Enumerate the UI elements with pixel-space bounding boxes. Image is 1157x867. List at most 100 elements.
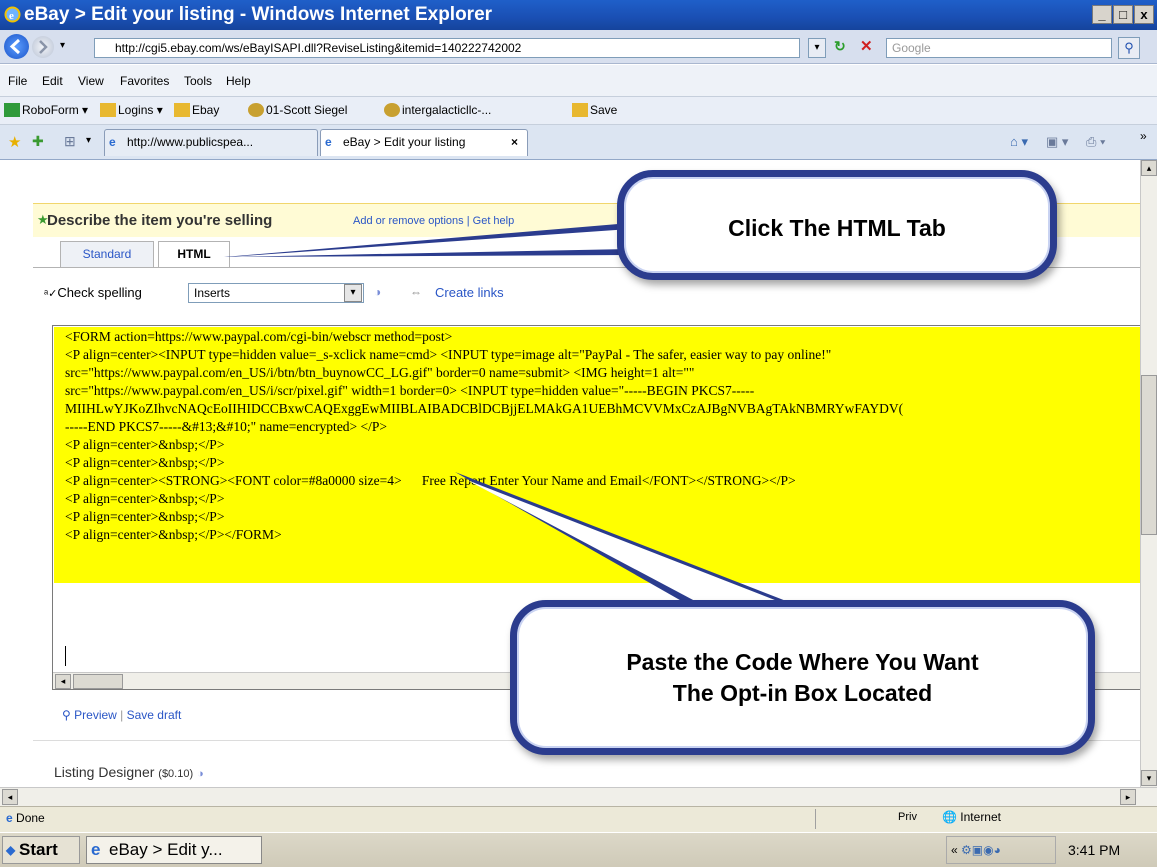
add-favorites-icon[interactable]: ✚ xyxy=(32,133,44,150)
home-icon[interactable]: ⌂ ▾ xyxy=(1010,134,1028,150)
scroll-up-icon[interactable]: ▴ xyxy=(1141,160,1157,176)
scroll-left-icon[interactable]: ◂ xyxy=(2,789,18,805)
tab-standard[interactable]: Standard xyxy=(60,241,154,267)
search-input[interactable]: Google xyxy=(886,38,1112,58)
save-draft-link[interactable]: Save draft xyxy=(127,708,182,722)
tab-list-dropdown-icon[interactable]: ▾ xyxy=(86,135,91,146)
internet-zone[interactable]: 🌐 Internet xyxy=(942,810,1001,824)
ie-page-icon: e xyxy=(109,135,116,149)
preview-link[interactable]: Preview xyxy=(74,708,117,722)
page-horizontal-scrollbar[interactable]: ◂ ▸ xyxy=(0,787,1157,806)
favorites-star-icon[interactable]: ★ xyxy=(8,133,21,151)
code-line: src="https://www.paypal.com/en_US/i/scr/… xyxy=(65,383,755,398)
back-button[interactable] xyxy=(4,34,29,59)
save-link[interactable]: Save xyxy=(572,103,617,117)
page-done-icon: e xyxy=(6,811,13,825)
menu-view[interactable]: View xyxy=(78,74,104,88)
link-icon: ⇔ xyxy=(410,285,422,299)
taskbar-task-label: eBay > Edit y... xyxy=(109,840,223,859)
text-caret xyxy=(65,646,66,666)
help-icon[interactable]: ◑ xyxy=(374,285,381,299)
close-window-button[interactable]: x xyxy=(1134,5,1154,24)
tab-ebay-edit-listing[interactable]: e eBay > Edit your listing × xyxy=(320,129,528,156)
search-icon[interactable]: ⚲ xyxy=(1118,37,1140,59)
menu-file[interactable]: File xyxy=(8,74,27,88)
code-line: -----END PKCS7-----&#13;&#10;" name=encr… xyxy=(65,419,388,434)
scott-siegel-link[interactable]: 01-Scott Siegel xyxy=(248,103,347,117)
scott-siegel-label: 01-Scott Siegel xyxy=(266,103,348,117)
status-done-label: Done xyxy=(16,811,45,825)
ie-page-icon: e xyxy=(91,840,101,859)
history-dropdown-icon[interactable]: ▾ xyxy=(60,40,65,51)
system-tray[interactable]: « ⚙▣◉◕ xyxy=(946,836,1056,864)
help-icon[interactable]: ◑ xyxy=(197,768,204,780)
page-vertical-scrollbar[interactable]: ▴ ▾ xyxy=(1140,160,1157,787)
callout-click-html-tab: Click The HTML Tab xyxy=(617,170,1057,280)
save-icon xyxy=(572,103,588,117)
links-toolbar: RoboForm ▾ Logins ▾ Ebay 01-Scott Siegel… xyxy=(0,97,1157,125)
callout-paste-line2: The Opt-in Box Located xyxy=(672,680,933,706)
windows-taskbar: ◆ Start e eBay > Edit y... « ⚙▣◉◕ 3:41 P… xyxy=(0,832,1157,867)
scroll-left-icon[interactable]: ◂ xyxy=(55,674,71,689)
code-line: <P align=center>&nbsp;</P> xyxy=(65,491,225,506)
stop-icon[interactable]: ✕ xyxy=(860,37,873,55)
check-spelling-label: Check spelling xyxy=(57,285,142,300)
inserts-select[interactable]: Inserts xyxy=(188,283,364,303)
status-bar: e Done Priv 🌐 Internet xyxy=(0,806,1157,832)
tab-publicspeaking[interactable]: e http://www.publicspea... xyxy=(104,129,318,156)
roboform-icon xyxy=(4,103,20,117)
editor-scroll-thumb[interactable] xyxy=(73,674,123,689)
login-icon xyxy=(248,103,264,117)
start-button[interactable]: ◆ Start xyxy=(2,836,80,864)
ebay-folder-icon xyxy=(174,103,190,117)
save-label: Save xyxy=(590,103,618,117)
browser-tab-bar: ★ ✚ ⊞ ▾ e http://www.publicspea... e eBa… xyxy=(0,125,1157,160)
status-panels xyxy=(815,809,895,829)
tray-icons: ⚙▣◉◕ xyxy=(961,843,1001,857)
internet-zone-label: Internet xyxy=(960,810,1001,824)
window-title: eBay > Edit your listing - Windows Inter… xyxy=(24,4,493,25)
check-spelling-button[interactable]: ᵃ✓Check spelling xyxy=(44,285,142,300)
menu-tools[interactable]: Tools xyxy=(184,74,212,88)
create-links-button[interactable]: Create links xyxy=(435,285,504,300)
intergalactic-link[interactable]: intergalacticllc-... xyxy=(384,103,491,117)
logins-button[interactable]: Logins ▾ xyxy=(100,103,163,117)
callout-pointer-html xyxy=(224,223,630,257)
ie-page-icon: e xyxy=(325,135,332,149)
status-text: e Done xyxy=(6,811,45,825)
code-line: src="https://www.paypal.com/en_US/i/btn/… xyxy=(65,365,695,380)
menu-help[interactable]: Help xyxy=(226,74,251,88)
address-dropdown-button[interactable]: ▾ xyxy=(808,38,826,58)
tab-label: http://www.publicspea... xyxy=(127,135,254,149)
minimize-button[interactable]: _ xyxy=(1092,5,1112,24)
menu-edit[interactable]: Edit xyxy=(42,74,63,88)
forward-button[interactable] xyxy=(32,36,54,58)
address-input[interactable]: http://cgi5.ebay.com/ws/eBayISAPI.dll?Re… xyxy=(94,38,800,58)
close-tab-icon[interactable]: × xyxy=(511,130,518,155)
print-icon[interactable]: ⎙ ▾ xyxy=(1086,134,1105,150)
quick-tabs-icon[interactable]: ⊞ xyxy=(64,133,76,150)
code-line: <P align=center>&nbsp;</P> xyxy=(65,455,225,470)
callout-paste-line1: Paste the Code Where You Want xyxy=(626,649,979,675)
more-tools-icon[interactable]: » xyxy=(1140,129,1147,143)
start-label: Start xyxy=(19,840,58,859)
intergalactic-label: intergalacticllc-... xyxy=(402,103,492,117)
taskbar-ie-window[interactable]: e eBay > Edit y... xyxy=(86,836,262,864)
page-scroll-thumb[interactable] xyxy=(1141,375,1157,535)
window-title-bar: e eBay > Edit your listing - Windows Int… xyxy=(0,0,1157,30)
preview-row: ⚲ Preview | Save draft xyxy=(62,708,181,722)
scroll-down-icon[interactable]: ▾ xyxy=(1141,770,1157,786)
maximize-button[interactable]: □ xyxy=(1113,5,1133,24)
logins-label: Logins ▾ xyxy=(118,103,163,117)
privacy-status[interactable]: Priv xyxy=(898,811,917,823)
inserts-dropdown-icon[interactable]: ▾ xyxy=(344,284,362,302)
ebay-link[interactable]: Ebay xyxy=(174,103,219,117)
feeds-icon[interactable]: ▣ ▾ xyxy=(1046,134,1068,150)
roboform-button[interactable]: RoboForm ▾ xyxy=(4,103,88,117)
scroll-right-icon[interactable]: ▸ xyxy=(1120,789,1136,805)
refresh-icon[interactable]: ↻ xyxy=(834,38,846,55)
code-line: <P align=center>&nbsp;</P> xyxy=(65,509,225,524)
listing-designer-price: ($0.10) xyxy=(158,768,194,780)
menu-favorites[interactable]: Favorites xyxy=(120,74,169,88)
code-line: <P align=center>&nbsp;</P></FORM> xyxy=(65,527,282,542)
